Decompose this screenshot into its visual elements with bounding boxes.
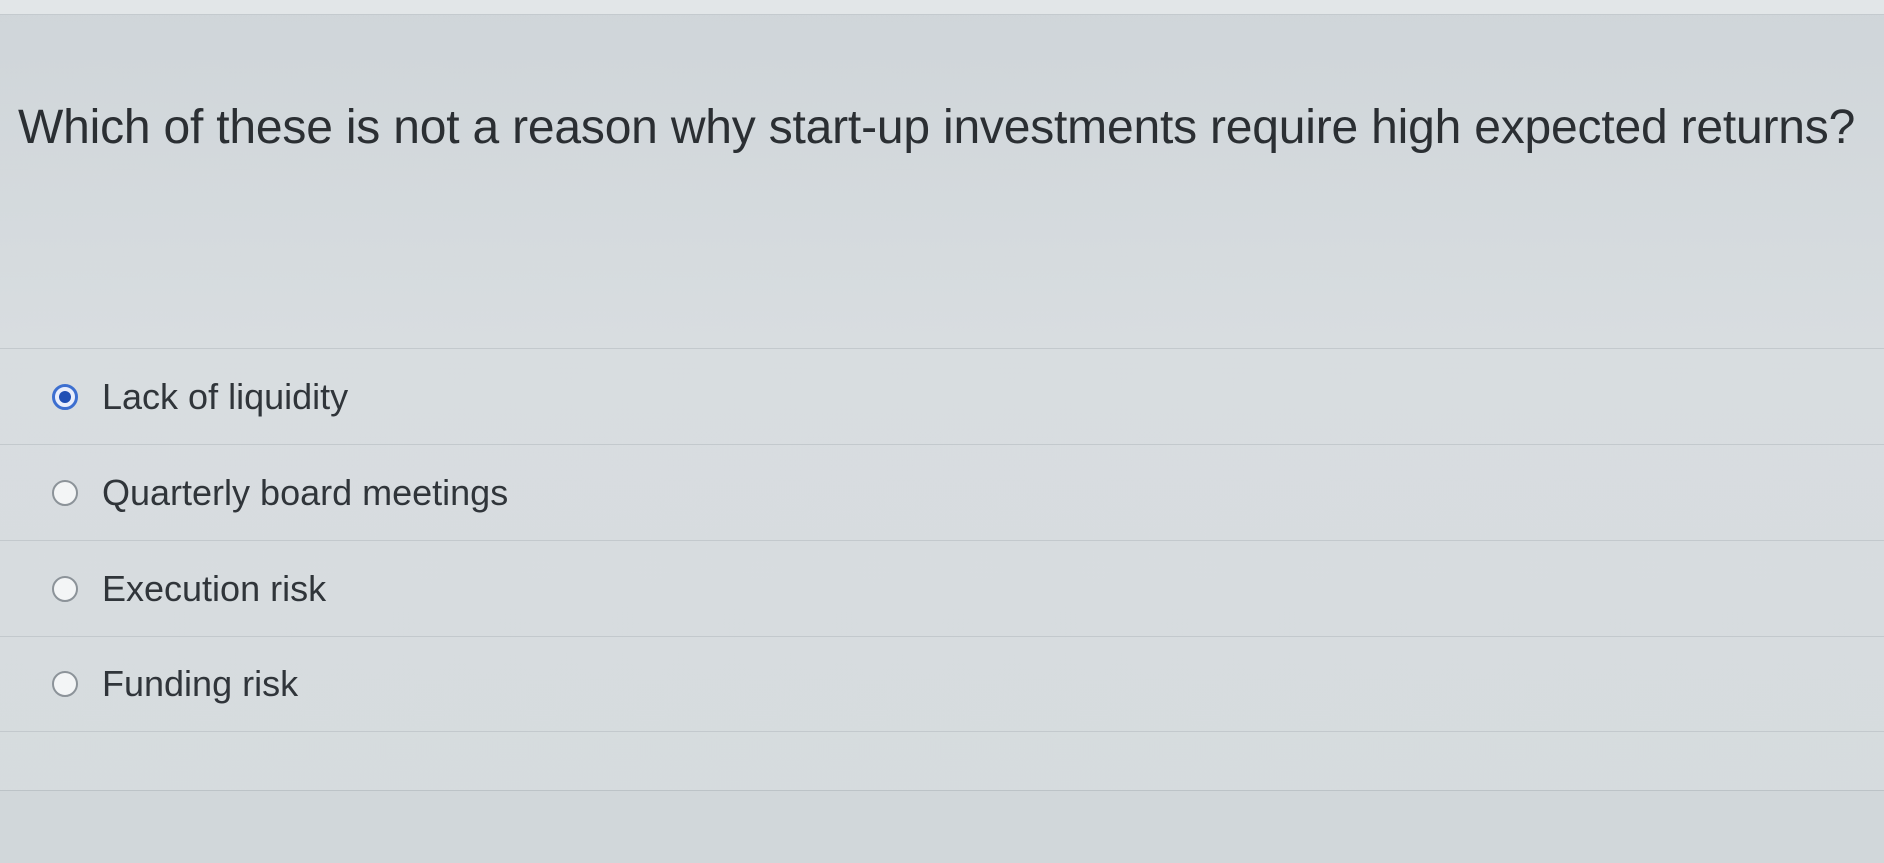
radio-dot (59, 390, 71, 403)
option-label: Lack of liquidity (102, 375, 349, 417)
option-execution-risk[interactable]: Execution risk (0, 540, 1884, 636)
option-quarterly-board-meetings[interactable]: Quarterly board meetings (0, 444, 1884, 540)
radio-checked-icon[interactable] (52, 383, 78, 410)
answer-options: Lack of liquidity Quarterly board meetin… (0, 348, 1884, 732)
top-divider (0, 0, 1884, 15)
question-text: Which of these is not a reason why start… (18, 101, 1856, 154)
option-funding-risk[interactable]: Funding risk (0, 636, 1884, 732)
radio-unchecked-icon[interactable] (52, 575, 78, 602)
option-label: Funding risk (102, 663, 299, 704)
bottom-divider (0, 790, 1884, 863)
radio-unchecked-icon[interactable] (52, 479, 78, 506)
option-lack-of-liquidity[interactable]: Lack of liquidity (0, 348, 1884, 444)
option-label: Quarterly board meetings (102, 471, 509, 513)
option-label: Execution risk (102, 567, 327, 609)
radio-unchecked-icon[interactable] (52, 671, 78, 697)
